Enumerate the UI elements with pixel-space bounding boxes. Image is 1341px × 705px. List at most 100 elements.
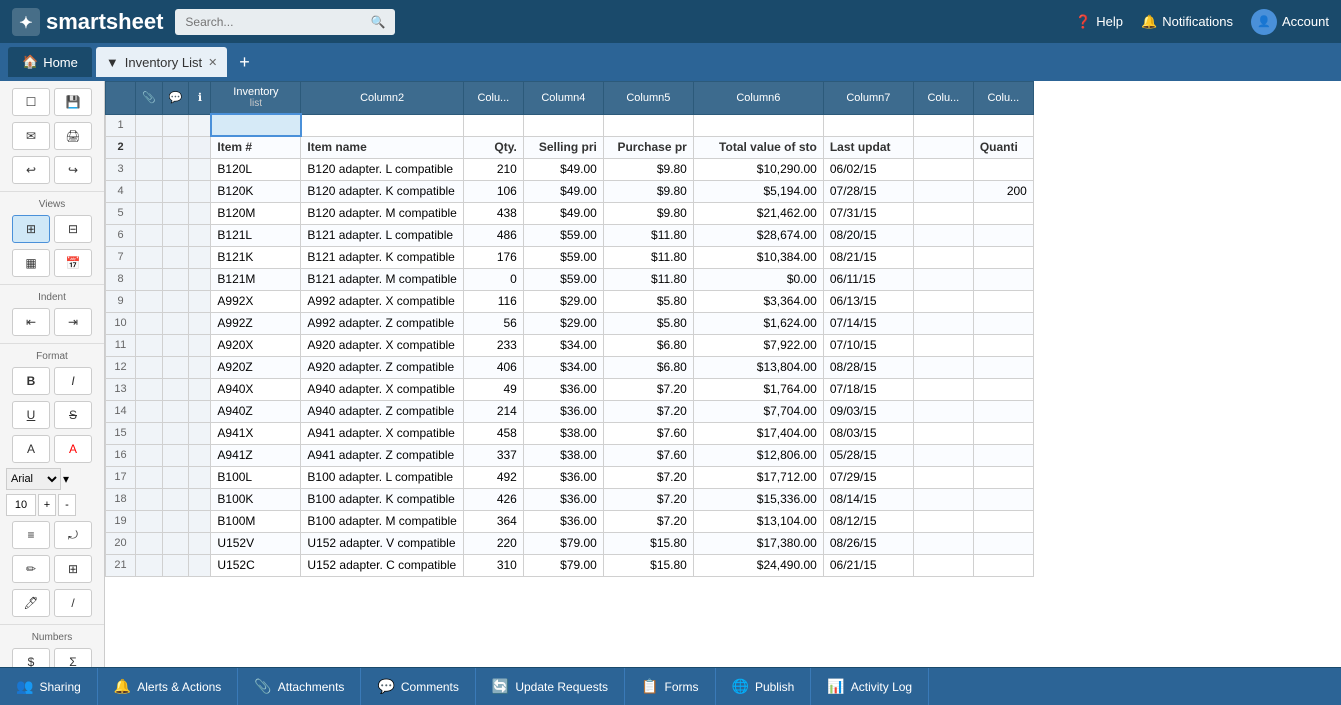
qty2-cell[interactable] bbox=[973, 554, 1033, 576]
cell-1-1[interactable] bbox=[211, 114, 301, 136]
attachment-cell[interactable] bbox=[136, 532, 163, 554]
item-num-cell[interactable]: A940Z bbox=[211, 400, 301, 422]
attachment-cell[interactable] bbox=[136, 268, 163, 290]
attachment-cell[interactable] bbox=[136, 224, 163, 246]
date-cell[interactable]: 08/20/15 bbox=[823, 224, 913, 246]
item-num-cell[interactable]: A992Z bbox=[211, 312, 301, 334]
qty-cell[interactable]: 426 bbox=[463, 488, 523, 510]
qty-cell[interactable]: 56 bbox=[463, 312, 523, 334]
attachment-cell[interactable] bbox=[136, 444, 163, 466]
item-name-cell[interactable]: A992 adapter. X compatible bbox=[301, 290, 463, 312]
item-num-cell[interactable]: A940X bbox=[211, 378, 301, 400]
cell-1-3[interactable] bbox=[463, 114, 523, 136]
date-cell[interactable]: 08/28/15 bbox=[823, 356, 913, 378]
item-num-cell[interactable]: B121L bbox=[211, 224, 301, 246]
qty2-cell[interactable] bbox=[973, 444, 1033, 466]
cell-1-4[interactable] bbox=[523, 114, 603, 136]
col8-cell[interactable] bbox=[913, 554, 973, 576]
col-header-7[interactable]: Column7 bbox=[823, 82, 913, 115]
date-cell[interactable]: 06/11/15 bbox=[823, 268, 913, 290]
bold-button[interactable]: B bbox=[12, 367, 50, 395]
date-cell[interactable]: 08/03/15 bbox=[823, 422, 913, 444]
info-cell[interactable] bbox=[189, 334, 211, 356]
row-num-cell[interactable]: 7 bbox=[106, 246, 136, 268]
attachment-cell[interactable] bbox=[136, 356, 163, 378]
date-cell[interactable]: 07/18/15 bbox=[823, 378, 913, 400]
total-cell[interactable]: $7,704.00 bbox=[693, 400, 823, 422]
comment-cell[interactable] bbox=[162, 312, 189, 334]
col8-cell[interactable] bbox=[913, 356, 973, 378]
col8-cell[interactable] bbox=[913, 400, 973, 422]
info-cell[interactable] bbox=[189, 378, 211, 400]
item-name-cell[interactable]: A920 adapter. X compatible bbox=[301, 334, 463, 356]
attachment-cell[interactable] bbox=[136, 334, 163, 356]
total-cell[interactable]: $10,290.00 bbox=[693, 158, 823, 180]
forms-tab[interactable]: 📋 Forms bbox=[625, 668, 715, 705]
header-selling[interactable]: Selling pri bbox=[523, 136, 603, 158]
item-num-cell[interactable]: A941X bbox=[211, 422, 301, 444]
attachment-cell[interactable] bbox=[136, 312, 163, 334]
attachment-cell[interactable] bbox=[136, 466, 163, 488]
header-item-num[interactable]: Item # bbox=[211, 136, 301, 158]
item-name-cell[interactable]: U152 adapter. V compatible bbox=[301, 532, 463, 554]
print-button[interactable]: 🖨 bbox=[54, 122, 92, 150]
qty-cell[interactable]: 364 bbox=[463, 510, 523, 532]
qty2-cell[interactable] bbox=[973, 268, 1033, 290]
item-name-cell[interactable]: A920 adapter. Z compatible bbox=[301, 356, 463, 378]
date-cell[interactable]: 06/02/15 bbox=[823, 158, 913, 180]
row-num-cell[interactable]: 16 bbox=[106, 444, 136, 466]
total-cell[interactable]: $13,804.00 bbox=[693, 356, 823, 378]
row-num-cell[interactable]: 11 bbox=[106, 334, 136, 356]
date-cell[interactable]: 07/14/15 bbox=[823, 312, 913, 334]
item-name-cell[interactable]: B121 adapter. K compatible bbox=[301, 246, 463, 268]
qty2-cell[interactable] bbox=[973, 202, 1033, 224]
info-cell[interactable] bbox=[189, 180, 211, 202]
item-name-cell[interactable]: B120 adapter. L compatible bbox=[301, 158, 463, 180]
col8-cell[interactable] bbox=[913, 180, 973, 202]
selling-cell[interactable]: $59.00 bbox=[523, 224, 603, 246]
update-requests-tab[interactable]: 🔄 Update Requests bbox=[476, 668, 625, 705]
date-cell[interactable]: 07/31/15 bbox=[823, 202, 913, 224]
total-cell[interactable]: $21,462.00 bbox=[693, 202, 823, 224]
qty2-cell[interactable] bbox=[973, 246, 1033, 268]
row-num-cell[interactable]: 14 bbox=[106, 400, 136, 422]
date-cell[interactable]: 05/28/15 bbox=[823, 444, 913, 466]
item-name-cell[interactable]: B100 adapter. M compatible bbox=[301, 510, 463, 532]
col8-cell[interactable] bbox=[913, 312, 973, 334]
save-button[interactable]: 💾 bbox=[54, 88, 92, 116]
header-qty2[interactable]: Quanti bbox=[973, 136, 1033, 158]
publish-tab[interactable]: 🌐 Publish bbox=[716, 668, 812, 705]
header-purchase[interactable]: Purchase pr bbox=[603, 136, 693, 158]
attachment-cell[interactable] bbox=[136, 290, 163, 312]
selling-cell[interactable]: $59.00 bbox=[523, 268, 603, 290]
qty-cell[interactable]: 49 bbox=[463, 378, 523, 400]
qty-cell[interactable]: 220 bbox=[463, 532, 523, 554]
selling-cell[interactable]: $79.00 bbox=[523, 532, 603, 554]
account-link[interactable]: 👤 Account bbox=[1251, 9, 1329, 35]
purchase-cell[interactable]: $9.80 bbox=[603, 158, 693, 180]
col8-cell[interactable] bbox=[913, 290, 973, 312]
cell-1-2[interactable] bbox=[301, 114, 463, 136]
total-cell[interactable]: $17,712.00 bbox=[693, 466, 823, 488]
comment-cell[interactable] bbox=[162, 532, 189, 554]
selling-cell[interactable]: $34.00 bbox=[523, 356, 603, 378]
comment-cell[interactable] bbox=[162, 378, 189, 400]
search-input[interactable] bbox=[185, 15, 364, 29]
selling-cell[interactable]: $29.00 bbox=[523, 290, 603, 312]
info-cell[interactable] bbox=[189, 290, 211, 312]
selling-cell[interactable]: $36.00 bbox=[523, 510, 603, 532]
col-header-3[interactable]: Colu... bbox=[463, 82, 523, 115]
total-cell[interactable]: $13,104.00 bbox=[693, 510, 823, 532]
font-size-increase-button[interactable]: + bbox=[38, 494, 56, 516]
selling-cell[interactable]: $49.00 bbox=[523, 158, 603, 180]
attachment-cell[interactable] bbox=[136, 158, 163, 180]
item-name-cell[interactable]: U152 adapter. C compatible bbox=[301, 554, 463, 576]
comment-cell[interactable] bbox=[162, 334, 189, 356]
qty-cell[interactable]: 486 bbox=[463, 224, 523, 246]
header-qty[interactable]: Qty. bbox=[463, 136, 523, 158]
qty-cell[interactable]: 0 bbox=[463, 268, 523, 290]
date-cell[interactable]: 07/28/15 bbox=[823, 180, 913, 202]
col8-cell[interactable] bbox=[913, 202, 973, 224]
qty2-cell[interactable] bbox=[973, 488, 1033, 510]
purchase-cell[interactable]: $7.60 bbox=[603, 422, 693, 444]
